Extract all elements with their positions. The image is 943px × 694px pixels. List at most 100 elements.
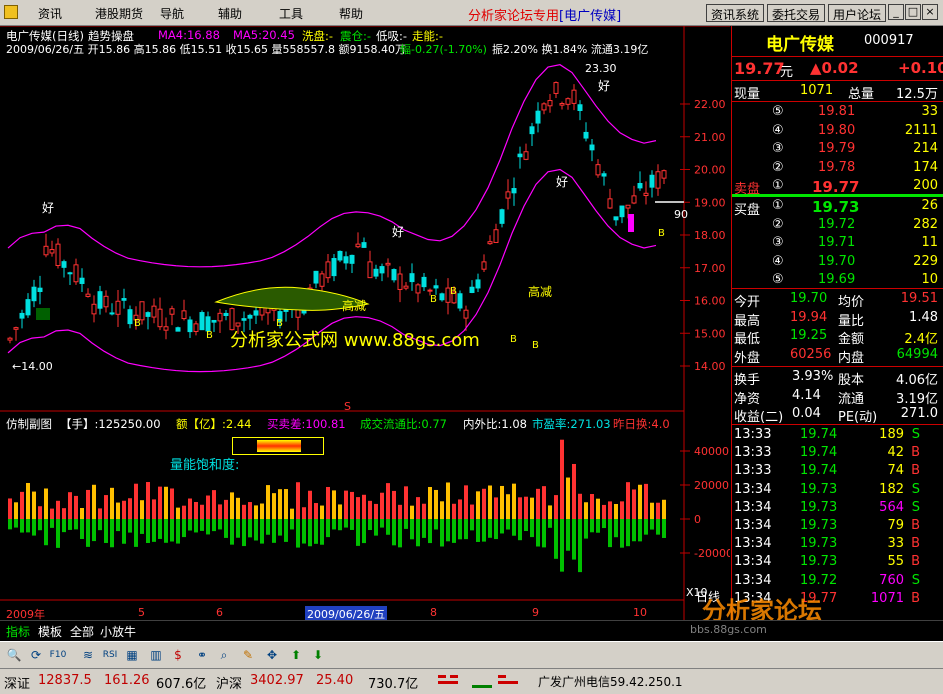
sub-bar-down [542, 519, 546, 548]
kline-chart[interactable]: 22.00 21.00 20.00 19.00 18.00 17.00 16.00 15.00… [0, 26, 730, 620]
candle-body [373, 268, 379, 277]
b-annotation: B [510, 334, 517, 345]
candle-body [103, 295, 109, 308]
tick-time: 13:34 [734, 499, 772, 515]
arrow-up-icon[interactable]: ⬆ [286, 645, 306, 665]
news-system-button[interactable]: 资讯系统 [706, 4, 765, 22]
tab-xiaofangniu[interactable]: 小放牛 [100, 623, 136, 640]
candle-body [427, 289, 433, 292]
b-annotation: B [430, 294, 437, 305]
sub-bar-up [188, 498, 192, 519]
indicator-icon[interactable]: ▦ [122, 645, 142, 665]
magenta-block [628, 214, 634, 232]
sub-bar-up [170, 488, 174, 519]
high-label: 23.30 [585, 62, 617, 75]
sub-bar-up [224, 499, 228, 519]
candle-body [529, 126, 535, 135]
forum-button[interactable]: 用户论坛 [828, 4, 887, 22]
sub-bar-up [650, 502, 654, 519]
tick-direction: S [911, 481, 920, 497]
liang-label: 量能饱和度: [170, 458, 240, 473]
candle-body [361, 242, 367, 248]
sell-price: 19.81 [818, 104, 856, 119]
sub-bar-up [428, 486, 432, 519]
time-label-1: 5 [138, 606, 145, 619]
trade-button[interactable]: 委托交易 [767, 4, 826, 22]
kline-icon[interactable]: ≋ [78, 645, 98, 665]
refresh-icon[interactable]: ⟳ [26, 645, 46, 665]
sub-bar-down [242, 519, 246, 547]
sub-y-tick-label: 40000 [694, 445, 729, 458]
sell-row: ③ 19.79 214 [732, 141, 943, 159]
tab-quanbu[interactable]: 全部 [70, 623, 94, 640]
stat-label-2: 量比 [838, 313, 865, 329]
f10-icon[interactable]: F10 [48, 645, 68, 665]
move-icon[interactable]: ✥ [262, 645, 282, 665]
dollar-icon[interactable]: $ [168, 645, 188, 665]
sub-bar-up [626, 482, 630, 519]
search-icon[interactable]: ⌕ [214, 645, 234, 665]
sub-bar-down [386, 519, 390, 535]
y-tick-label: 16.00 [694, 295, 726, 308]
sub-y-tick-label: 0 [694, 513, 701, 526]
sub-bar-down [68, 519, 72, 530]
pencil-icon[interactable]: ✎ [238, 645, 258, 665]
tab-zhibiao[interactable]: 指标 [6, 623, 30, 640]
minimize-icon[interactable]: _ [888, 4, 904, 20]
candle-body [193, 323, 199, 332]
close-icon[interactable]: × [922, 4, 938, 20]
menu-item-fuzhu[interactable]: 辅助 [218, 5, 242, 22]
chart-icon[interactable]: ▥ [146, 645, 166, 665]
sub-bar-up [128, 498, 132, 519]
stock-code: 000917 [864, 33, 914, 48]
sub-bar-up [494, 497, 498, 519]
sub-bar-down [548, 519, 552, 528]
sz-change: 161.26 [104, 673, 150, 688]
candle-body [43, 245, 49, 256]
candle-body [457, 293, 463, 309]
y-tick-label: 21.00 [694, 131, 726, 144]
sub-bar-down [536, 519, 540, 547]
sub-bar-down [626, 519, 630, 547]
link-icon[interactable]: ⚭ [192, 645, 212, 665]
tick-direction: S [911, 572, 920, 588]
zoom-icon[interactable]: 🔍 [4, 645, 24, 665]
y-tick-label: 15.00 [694, 327, 726, 340]
sub-chengjiao: 成交流通比:0.77 [360, 417, 447, 431]
menu-item-daohang[interactable]: 导航 [160, 5, 184, 22]
sub-bar-up [320, 505, 324, 519]
menu-item-gongju[interactable]: 工具 [279, 5, 303, 22]
sub-bar-up [416, 497, 420, 519]
buy-volume: 11 [921, 235, 938, 250]
menu-item-bangzhu[interactable]: 帮助 [339, 5, 363, 22]
maximize-icon[interactable]: □ [905, 4, 921, 20]
price-unit: 元 [780, 65, 794, 80]
tab-muban[interactable]: 模板 [38, 623, 62, 640]
sub-bar-down [608, 519, 612, 548]
sub-bar-up [236, 497, 240, 519]
candle-body [97, 291, 103, 309]
green-block [36, 308, 50, 320]
sub-bar-down [296, 519, 300, 548]
candle-body [85, 293, 91, 297]
sub-bar-up [272, 493, 276, 519]
arrow-down-icon[interactable]: ⬇ [308, 645, 328, 665]
sub-bar-up [314, 503, 318, 519]
tick-row: 13:34 19.73 79 B [732, 518, 943, 536]
rsi-icon[interactable]: RSI [100, 645, 120, 665]
sub-e: 额【亿】:2.44 [176, 417, 252, 431]
menu-item-zixun[interactable]: 资讯 [38, 5, 62, 22]
sub-bar-down [80, 519, 84, 540]
sub-bar-up [14, 502, 18, 519]
sub-bar-down [86, 519, 90, 547]
tick-volume: 55 [887, 554, 904, 570]
candle-body [25, 299, 31, 316]
stat-row: 今开 19.70 均价 19.51 [732, 291, 943, 310]
candle-body [241, 318, 247, 321]
menu-item-ganggu[interactable]: 港股期货 [95, 5, 143, 22]
candle-body [91, 303, 97, 315]
chart-area[interactable]: 电广传媒(日线) 趋势操盘 MA4:16.88 MA5:20.45 洗盘:- 震… [0, 26, 730, 622]
sell-level: ⑤ [772, 104, 784, 119]
sub-bar-up [566, 477, 570, 519]
buy-volume: 10 [921, 272, 938, 287]
